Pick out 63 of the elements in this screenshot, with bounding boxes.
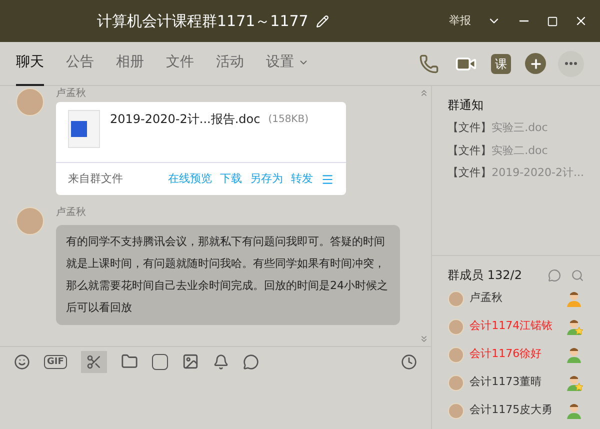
avatar [16, 207, 44, 235]
avatar [448, 318, 464, 334]
file-action-link[interactable]: 转发 [291, 170, 313, 188]
tab[interactable]: 文件 [166, 42, 194, 86]
notice-title: 群通知 [448, 97, 485, 114]
tab[interactable]: 设置 [266, 42, 309, 86]
scissors-icon [86, 354, 102, 370]
tab[interactable]: 活动 [216, 42, 244, 86]
member-name: 会计1175皮大勇 [470, 402, 554, 418]
person-star-icon [566, 374, 584, 392]
notice-item[interactable]: 【文件】实验三.doc [448, 120, 584, 136]
message-bubble: 有的同学不支持腾讯会议，那就私下有问题问我即可。答疑的时间就是上课时间，有问题就随时问我哈。有些同学如果有时间冲突，那么就需要花时间自己去业余时间完成。回放的时间是24小时候之后可以看回放 [56, 225, 400, 325]
sender-name: 卢孟秋 [56, 207, 87, 219]
person-star-icon [566, 318, 584, 336]
avatar [448, 346, 464, 362]
avatar [448, 374, 464, 390]
history-icon[interactable] [400, 354, 417, 370]
image-icon[interactable] [182, 353, 199, 370]
more-button[interactable] [558, 50, 584, 76]
tab[interactable]: 相册 [116, 42, 144, 86]
maximize-icon[interactable] [547, 16, 558, 26]
member-item[interactable]: 卢孟秋 [448, 285, 584, 312]
bell-icon[interactable] [212, 354, 229, 370]
avatar [448, 290, 464, 306]
person-icon [566, 290, 584, 308]
tab[interactable]: 聊天 [16, 42, 44, 86]
member-name: 卢孟秋 [470, 290, 504, 306]
file-action-link[interactable]: 另存为 [250, 170, 283, 188]
edit-icon[interactable] [316, 14, 330, 28]
avatar [448, 402, 464, 418]
menu-icon[interactable] [321, 172, 334, 186]
folder-icon[interactable] [120, 353, 138, 370]
member-item[interactable]: 会计1175皮大勇 [448, 397, 584, 424]
class-icon[interactable]: 课 [491, 54, 511, 74]
member-item[interactable]: 会计1173董晴 [448, 369, 584, 396]
add-icon[interactable] [525, 53, 546, 74]
file-action-link[interactable]: 下载 [220, 170, 242, 188]
close-icon[interactable] [574, 14, 588, 28]
gif-button[interactable]: GIF [44, 354, 67, 368]
phone-icon[interactable] [419, 54, 439, 74]
notice-item[interactable]: 【文件】实验二.doc [448, 142, 584, 159]
document-icon [68, 110, 100, 148]
member-item[interactable]: 会计1176徐好 [448, 341, 584, 368]
members-title: 群成员 132/2 [448, 267, 523, 284]
file-action-link[interactable]: 在线预览 [168, 170, 212, 188]
window-title: 计算机会计课程群1171～1177 [97, 10, 308, 32]
member-name: 会计1174江锘铱 [470, 318, 554, 334]
tab[interactable]: 公告 [66, 42, 94, 86]
person-icon [566, 346, 584, 364]
dots-icon [565, 62, 577, 65]
sender-name: 卢孟秋 [56, 88, 87, 100]
file-name: 2019-2020-2计...报告.doc [110, 111, 260, 128]
file-size: (158KB) [268, 113, 308, 127]
person-icon [566, 402, 584, 420]
avatar [16, 88, 44, 116]
file-source: 来自群文件 [68, 170, 124, 187]
notice-item[interactable]: 【文件】2019-2020-2计... [448, 165, 584, 182]
report-link[interactable]: 举报 [449, 12, 471, 30]
member-name: 会计1176徐好 [470, 346, 543, 362]
member-name: 会计1173董晴 [470, 374, 543, 390]
scissors-button[interactable] [80, 350, 107, 372]
emoji-icon[interactable] [14, 354, 30, 370]
member-item[interactable]: 会计1174江锘铱 [448, 313, 584, 340]
